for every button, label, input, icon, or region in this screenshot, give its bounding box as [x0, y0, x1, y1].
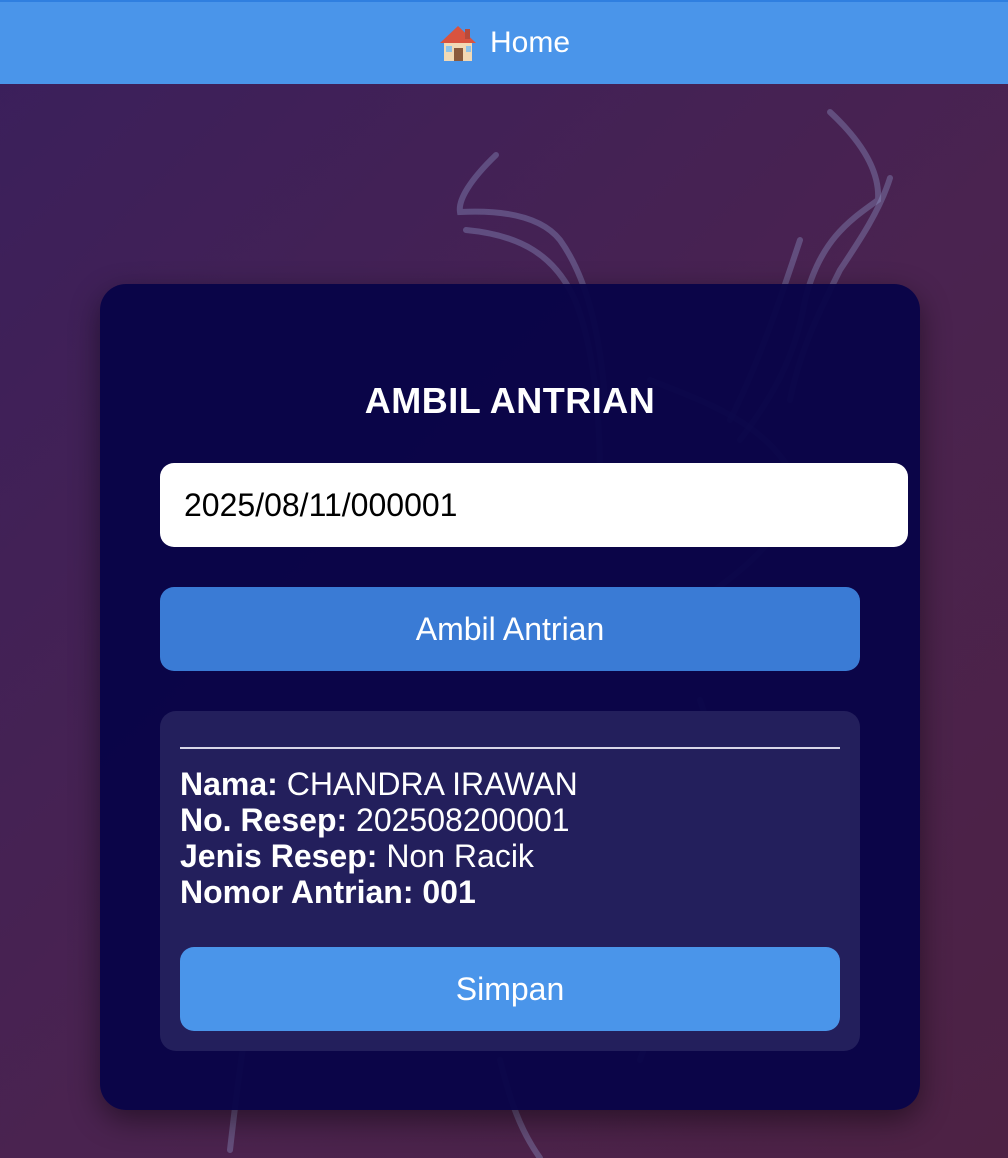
simpan-button[interactable]: Simpan — [180, 947, 840, 1031]
name-value: CHANDRA IRAWAN — [286, 766, 578, 802]
result-divider — [180, 747, 840, 749]
recipe-number-label: No. Resep: — [180, 802, 348, 838]
recipe-type-row: Jenis Resep: Non Racik — [180, 838, 578, 874]
home-link[interactable]: Home — [438, 23, 570, 63]
name-label: Nama: — [180, 766, 278, 802]
recipe-type-value: Non Racik — [386, 838, 534, 874]
recipe-number-row: No. Resep: 202508200001 — [180, 802, 578, 838]
page-title: AMBIL ANTRIAN — [364, 380, 656, 421]
queue-number-row: Nomor Antrian: 001 — [180, 874, 578, 910]
queue-number-value: 001 — [422, 874, 476, 910]
ambil-antrian-button[interactable]: Ambil Antrian — [160, 587, 860, 671]
patient-info: Nama: CHANDRA IRAWAN No. Resep: 20250820… — [180, 766, 578, 910]
name-row: Nama: CHANDRA IRAWAN — [180, 766, 578, 802]
recipe-type-label: Jenis Resep: — [180, 838, 378, 874]
top-navigation-bar: Home — [0, 0, 1008, 84]
ticket-number-input[interactable] — [160, 463, 908, 547]
home-label: Home — [489, 26, 571, 59]
house-icon — [439, 26, 476, 61]
queue-number-label: Nomor Antrian: — [180, 874, 414, 910]
recipe-number-value: 202508200001 — [356, 802, 570, 838]
